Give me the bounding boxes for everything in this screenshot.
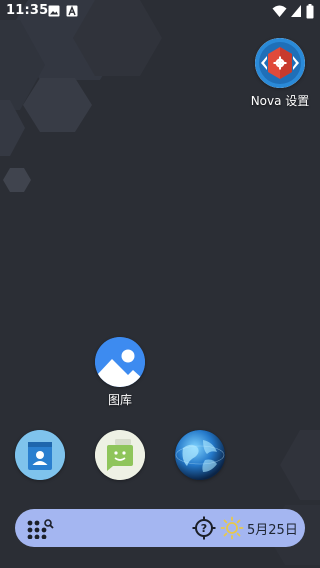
image-icon <box>48 5 60 17</box>
home-screen: 11:35 Nova 设置 图库 ? 5月25日 <box>0 0 320 568</box>
status-bar: 11:35 <box>0 0 320 24</box>
gallery-icon <box>95 337 145 387</box>
battery-icon <box>306 4 314 19</box>
wifi-icon <box>272 5 287 17</box>
nova-settings-icon <box>255 38 305 88</box>
search-icon[interactable] <box>44 519 54 529</box>
app-gallery[interactable]: 图库 <box>80 337 160 408</box>
app-contacts[interactable] <box>0 430 80 480</box>
font-icon <box>66 5 78 17</box>
app-nova-settings[interactable]: Nova 设置 <box>240 38 320 109</box>
dock-date[interactable]: 5月25日 <box>247 519 298 538</box>
app-drawer-dots-icon[interactable] <box>27 519 57 539</box>
app-browser[interactable] <box>160 430 240 480</box>
app-messages[interactable] <box>80 430 160 480</box>
globe-icon <box>175 430 225 480</box>
signal-icon <box>291 5 301 17</box>
svg-text:?: ? <box>201 522 207 535</box>
gallery-label: 图库 <box>107 393 132 407</box>
status-time: 11:35 <box>6 3 49 18</box>
messages-icon <box>95 430 145 480</box>
dock-search-bar[interactable]: ? 5月25日 <box>15 509 305 547</box>
contacts-icon <box>15 430 65 480</box>
sun-icon[interactable] <box>220 516 244 540</box>
weather-help-icon[interactable]: ? <box>192 516 216 540</box>
nova-settings-label: Nova 设置 <box>250 94 310 108</box>
